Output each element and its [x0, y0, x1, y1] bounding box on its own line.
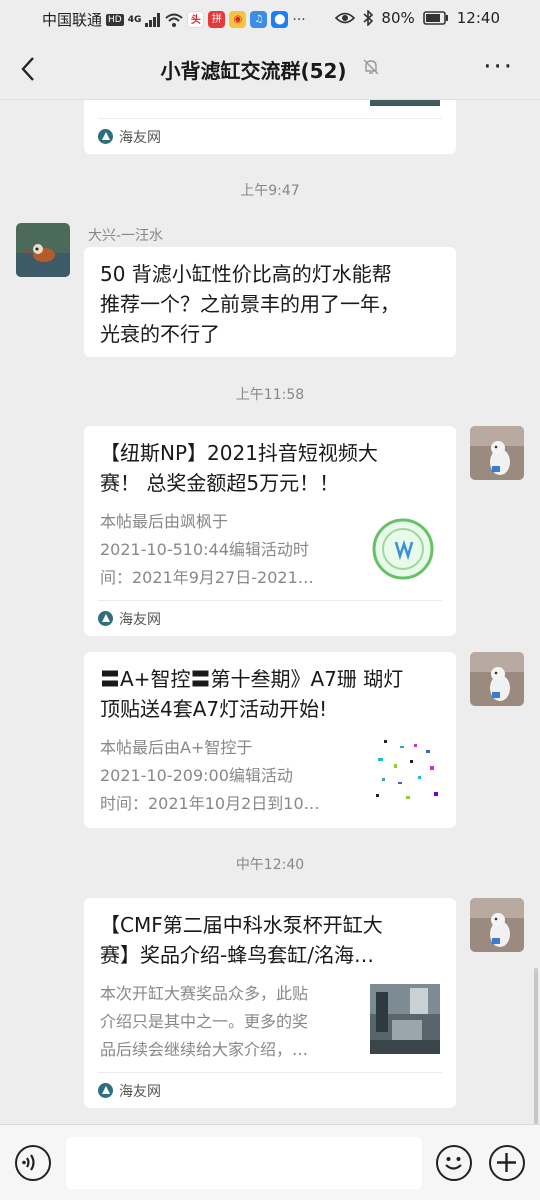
emoji-glyph: [445, 1157, 462, 1170]
link-thumbnail: [370, 514, 440, 584]
avatar-self[interactable]: [470, 652, 524, 706]
source-name: 海友网: [119, 1083, 161, 1100]
plus-glyph: [497, 1153, 516, 1172]
link-thumbnail: [370, 100, 440, 106]
status-bar: 中国联通 HD 4G 头 拼 ◉ ♫ ⬤ ··· 80% 12:40: [0, 0, 540, 38]
link-desc-line: 2021-10-510:44编辑活动时: [100, 540, 309, 559]
chat-title: 小背滤缸交流群(52): [0, 55, 540, 84]
message-input[interactable]: [66, 1137, 422, 1189]
signal-icon: [145, 12, 161, 27]
battery-icon: [422, 11, 448, 25]
chat-header: 小背滤缸交流群(52) ···: [0, 38, 540, 100]
clock: 12:40: [456, 9, 500, 27]
aquarium-image: [370, 984, 440, 1054]
source-name: 海友网: [119, 611, 161, 628]
avatar-image: [470, 426, 524, 480]
app-store-icon: 拼: [208, 11, 226, 28]
chat-title-text: 小背滤缸交流群(52): [160, 59, 347, 83]
voice-icon[interactable]: [15, 1145, 51, 1181]
avatar-image: [470, 652, 524, 706]
message-list[interactable]: 海友网 上午9:47 大兴-一汪水 50 背滤小缸性价比高的灯水能帮 推荐一个？…: [0, 100, 540, 1124]
timestamp: 上午9:47: [240, 183, 300, 199]
link-title-line: 【CMF第二届中科水泵杯开缸大: [100, 913, 383, 937]
app-news-icon: 头: [187, 11, 205, 28]
avatar-self[interactable]: [470, 898, 524, 952]
link-source: 海友网: [98, 1072, 442, 1108]
avatar[interactable]: [16, 223, 70, 277]
link-description: 本帖最后由飒枫于 2021-10-510:44编辑活动时 间：2021年9月27…: [100, 508, 356, 592]
hd-badge: HD: [106, 13, 124, 26]
link-desc-line: 时间：2021年10月2日到10…: [100, 794, 320, 813]
link-desc-line: 介绍只是其中之一。更多的奖: [100, 1012, 309, 1031]
link-title: 〓A+智控〓第十叁期》A7珊 瑚灯 顶贴送4套A7灯活动开始!: [100, 664, 440, 724]
link-description: 本次开缸大赛奖品众多，此贴 介绍只是其中之一。更多的奖 品后续会继续给大家介绍，…: [100, 980, 356, 1064]
timestamp: 上午11:58: [235, 387, 305, 403]
link-desc-line: 2021-10-209:00编辑活动: [100, 766, 293, 785]
link-title: 【纽斯NP】2021抖音短视频大 赛！ 总奖金额超5万元！！: [100, 438, 440, 498]
link-thumbnail: [370, 984, 440, 1054]
link-card-partial[interactable]: 海友网: [84, 100, 456, 154]
plus-icon[interactable]: [489, 1145, 525, 1181]
bluetooth-icon: [363, 10, 374, 26]
emoji-icon[interactable]: [436, 1145, 472, 1181]
app-map-icon: ⬤: [271, 11, 289, 28]
promo-image: [370, 736, 440, 806]
link-desc-line: 本帖最后由A+智控于: [100, 738, 253, 757]
link-description: 本帖最后由A+智控于 2021-10-209:00编辑活动 时间：2021年10…: [100, 734, 356, 818]
app-music-icon: ♫: [250, 11, 268, 28]
eye-icon: [335, 12, 356, 24]
avatar-image: [16, 223, 70, 277]
battery-percent: 80%: [381, 9, 415, 27]
link-title-line: 赛】奖品介绍-蜂鸟套缸/洺海…: [100, 943, 374, 967]
link-title-line: 【纽斯NP】2021抖音短视频大: [100, 441, 378, 465]
message-line: 推荐一个？之前景丰的用了一年，: [100, 292, 400, 316]
sender-name: 大兴-一汪水: [88, 228, 164, 244]
wifi-icon: [165, 13, 184, 27]
link-desc-line: 间：2021年9月27日-2021…: [100, 568, 314, 587]
text-message-bubble[interactable]: 50 背滤小缸性价比高的灯水能帮 推荐一个？之前景丰的用了一年， 光衰的不行了: [84, 247, 456, 357]
link-thumbnail: [370, 736, 440, 806]
timestamp: 中午12:40: [235, 857, 305, 873]
link-source: 海友网: [98, 118, 442, 154]
weibo-icon: ◉: [229, 11, 247, 28]
status-right: 80% 12:40: [335, 9, 500, 27]
seal-logo-image: [370, 514, 440, 584]
source-name: 海友网: [119, 129, 161, 146]
link-title: 【CMF第二届中科水泵杯开缸大 赛】奖品介绍-蜂鸟套缸/洺海…: [100, 910, 440, 970]
link-source: 海友网: [98, 600, 442, 636]
bell-off-icon: [363, 59, 379, 75]
link-desc-line: 本帖最后由飒枫于: [100, 512, 229, 531]
more-icon[interactable]: ···: [483, 52, 514, 82]
link-title-line: 赛！ 总奖金额超5万元！！: [100, 471, 340, 495]
link-desc-line: 本次开缸大赛奖品众多，此贴: [100, 984, 309, 1003]
carrier-label: 中国联通: [42, 11, 103, 29]
source-logo-icon: [98, 129, 113, 144]
link-card[interactable]: 〓A+智控〓第十叁期》A7珊 瑚灯 顶贴送4套A7灯活动开始! 本帖最后由A+智…: [84, 652, 456, 828]
voice-glyph: [22, 1154, 35, 1171]
scrollbar[interactable]: [534, 968, 538, 1124]
source-logo-icon: [98, 611, 113, 626]
link-card[interactable]: 【CMF第二届中科水泵杯开缸大 赛】奖品介绍-蜂鸟套缸/洺海… 本次开缸大赛奖品…: [84, 898, 456, 1108]
more-notifications-icon: ···: [292, 11, 306, 28]
message-line: 50 背滤小缸性价比高的灯水能帮: [100, 262, 392, 286]
link-title-line: 〓A+智控〓第十叁期》A7珊 瑚灯: [100, 667, 404, 691]
input-bar: [0, 1124, 540, 1200]
network-badge: 4G: [127, 14, 142, 25]
link-card[interactable]: 【纽斯NP】2021抖音短视频大 赛！ 总奖金额超5万元！！ 本帖最后由飒枫于 …: [84, 426, 456, 636]
message-line: 光衰的不行了: [100, 322, 220, 346]
link-title-line: 顶贴送4套A7灯活动开始!: [100, 697, 328, 721]
avatar-image: [470, 898, 524, 952]
avatar-self[interactable]: [470, 426, 524, 480]
link-desc-line: 品后续会继续给大家介绍，…: [100, 1040, 309, 1059]
status-left: 中国联通 HD 4G 头 拼 ◉ ♫ ⬤ ···: [42, 9, 306, 30]
source-logo-icon: [98, 1083, 113, 1098]
